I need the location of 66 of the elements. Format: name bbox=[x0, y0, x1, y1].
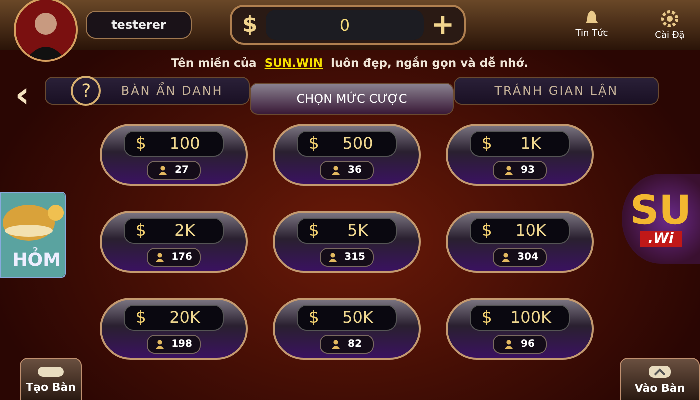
bet-amount: 100 bbox=[168, 134, 202, 153]
player-count: 304 bbox=[518, 252, 538, 262]
bet-amount: 20K bbox=[168, 308, 202, 327]
logo: SU .Wi bbox=[622, 174, 700, 264]
bet-level-card[interactable]: $ 100K 96 bbox=[446, 298, 594, 360]
banner-title: HỎM bbox=[12, 250, 61, 271]
person-icon bbox=[502, 252, 510, 262]
bet-level-card[interactable]: $ 50K 82 bbox=[273, 298, 421, 360]
chevron-up-icon bbox=[648, 364, 672, 378]
bet-level-card[interactable]: $ 500 36 bbox=[273, 124, 421, 186]
settings-icon bbox=[660, 9, 680, 29]
person-icon bbox=[332, 166, 340, 174]
create-table-button[interactable]: Tạo Bàn bbox=[20, 358, 82, 400]
bet-level-card[interactable]: $ 1K 93 bbox=[446, 124, 594, 186]
domain-link[interactable]: SUN.WIN bbox=[264, 56, 324, 70]
tab[interactable]: TRÁNH GIAN LẬN bbox=[454, 77, 660, 105]
bet-amount: 50K bbox=[342, 308, 374, 327]
table-icon bbox=[37, 366, 65, 378]
dollar-icon: $ bbox=[298, 308, 330, 328]
player-count: 96 bbox=[521, 338, 535, 350]
bet-level-card[interactable]: $ 5K 315 bbox=[273, 211, 421, 273]
currency-icon: $ bbox=[238, 12, 262, 38]
bet-amount: 2K bbox=[174, 221, 196, 240]
player-count: 315 bbox=[344, 252, 366, 262]
dollar-icon: $ bbox=[298, 220, 330, 240]
dollar-icon: $ bbox=[125, 308, 157, 328]
player-count: 82 bbox=[348, 338, 362, 350]
bet-level-card[interactable]: $ 100 27 bbox=[100, 124, 248, 186]
tab[interactable]: CHỌN MỨC CƯỢC bbox=[250, 83, 454, 115]
join-table-button[interactable]: Vào Bàn bbox=[620, 358, 700, 400]
person-icon bbox=[156, 340, 164, 348]
bet-level-card[interactable]: $ 20K 198 bbox=[100, 298, 248, 360]
bet-amount: 10K bbox=[514, 221, 548, 240]
dollar-icon: $ bbox=[298, 134, 330, 154]
back-button[interactable]: ‹ bbox=[0, 81, 45, 111]
dollar-icon: $ bbox=[125, 134, 157, 154]
bet-level-card[interactable]: $ 10K 304 bbox=[446, 211, 594, 273]
bet-amount: 5K bbox=[346, 221, 370, 240]
dollar-icon: $ bbox=[471, 134, 503, 154]
bet-amount: 100K bbox=[509, 308, 553, 327]
dollar-icon: $ bbox=[125, 220, 157, 240]
avatar[interactable] bbox=[14, 0, 78, 62]
news-button[interactable]: Tin Tức bbox=[562, 9, 622, 41]
person-icon bbox=[156, 252, 164, 262]
player-name: testerer bbox=[86, 11, 192, 39]
player-count: 198 bbox=[172, 338, 192, 350]
dollar-icon: $ bbox=[471, 220, 503, 240]
notice-text: Tên miền của SUN.WIN luôn đẹp, ngắn gọn và dễ nhớ. bbox=[171, 56, 529, 70]
bet-level-card[interactable]: $ 2K 176 bbox=[100, 211, 248, 273]
dollar-icon: $ bbox=[471, 308, 503, 328]
person-icon bbox=[328, 252, 337, 262]
add-funds-button[interactable]: + bbox=[428, 11, 458, 39]
person-icon bbox=[505, 166, 514, 174]
settings-button[interactable]: Cài Đặ bbox=[640, 9, 700, 41]
player-count: 27 bbox=[175, 164, 189, 176]
help-icon[interactable]: ? bbox=[71, 76, 102, 106]
person-icon bbox=[159, 166, 168, 174]
player-count: 176 bbox=[172, 252, 192, 262]
tab[interactable]: ? BÀN ẨN DANH bbox=[45, 77, 250, 105]
player-count: 36 bbox=[348, 164, 362, 176]
balance-field: 0 bbox=[266, 10, 424, 40]
person-icon bbox=[332, 340, 340, 348]
bet-amount: 500 bbox=[342, 134, 374, 153]
person-icon bbox=[505, 340, 514, 348]
bet-amount: 1K bbox=[520, 134, 542, 153]
player-count: 93 bbox=[521, 164, 535, 176]
